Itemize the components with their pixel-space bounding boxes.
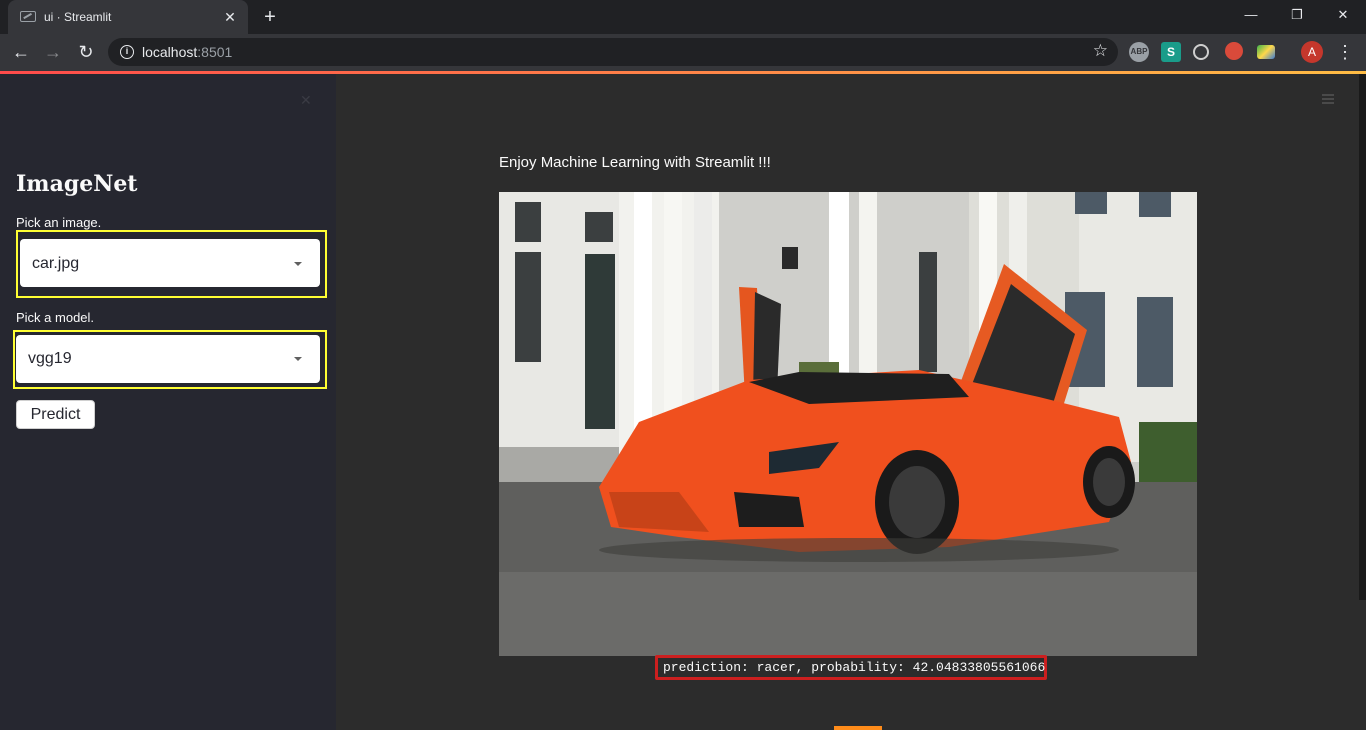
image-select-label: Pick an image. bbox=[16, 215, 102, 230]
browser-menu-icon[interactable]: ⋮ bbox=[1336, 40, 1354, 64]
car-image bbox=[499, 192, 1197, 656]
profile-avatar[interactable]: A bbox=[1301, 41, 1323, 63]
close-window-icon[interactable]: ✕ bbox=[1320, 0, 1366, 30]
close-tab-icon[interactable]: ✕ bbox=[222, 9, 238, 25]
s-extension-icon[interactable]: S bbox=[1161, 42, 1181, 62]
reload-icon[interactable]: ↻ bbox=[74, 40, 98, 64]
status-indicator bbox=[834, 726, 882, 730]
site-info-icon[interactable]: i bbox=[120, 45, 134, 59]
page-subtitle: Enjoy Machine Learning with Streamlit !!… bbox=[499, 154, 771, 171]
tab-strip: ui · Streamlit ✕ + — ❐ ✕ bbox=[0, 0, 1366, 34]
prediction-text: prediction: racer, probability: 42.04833… bbox=[663, 660, 1046, 675]
url-text: localhost:8501 bbox=[142, 44, 233, 60]
main-content: Enjoy Machine Learning with Streamlit !!… bbox=[336, 74, 1366, 730]
new-tab-button[interactable]: + bbox=[258, 6, 282, 28]
color-extension-icon[interactable] bbox=[1257, 45, 1275, 59]
browser-tab[interactable]: ui · Streamlit ✕ bbox=[8, 0, 248, 34]
minimize-icon[interactable]: — bbox=[1228, 0, 1274, 30]
forward-icon[interactable]: → bbox=[41, 40, 65, 64]
restore-icon[interactable]: ❐ bbox=[1274, 0, 1320, 30]
browser-toolbar: ← → ↻ i localhost:8501 ☆ ABP S A ⋮ bbox=[0, 34, 1366, 71]
globe-extension-icon[interactable] bbox=[1193, 44, 1209, 60]
collapse-sidebar-icon[interactable]: ✕ bbox=[300, 92, 312, 109]
santa-extension-icon[interactable] bbox=[1225, 42, 1243, 60]
model-select-value: vgg19 bbox=[28, 350, 72, 367]
sidebar: ✕ ImageNet Pick an image. car.jpg Pick a… bbox=[0, 74, 336, 730]
adblock-extension-icon[interactable]: ABP bbox=[1129, 42, 1149, 62]
sidebar-title: ImageNet bbox=[16, 171, 138, 197]
back-icon[interactable]: ← bbox=[9, 40, 33, 64]
image-select-value: car.jpg bbox=[32, 255, 80, 272]
image-select[interactable]: car.jpg bbox=[20, 239, 320, 287]
address-bar[interactable]: i localhost:8501 ☆ bbox=[108, 38, 1118, 66]
streamlit-favicon-icon bbox=[20, 11, 36, 22]
model-select-label: Pick a model. bbox=[16, 310, 95, 325]
model-select[interactable]: vgg19 bbox=[16, 335, 320, 383]
chevron-down-icon bbox=[294, 357, 302, 361]
chevron-down-icon bbox=[294, 262, 302, 266]
bookmark-star-icon[interactable]: ☆ bbox=[1093, 41, 1108, 61]
tab-title: ui · Streamlit bbox=[44, 10, 112, 24]
scrollbar[interactable] bbox=[1359, 74, 1366, 600]
hamburger-menu-icon[interactable] bbox=[1322, 94, 1334, 104]
predict-button[interactable]: Predict bbox=[16, 400, 95, 429]
prediction-result: prediction: racer, probability: 42.04833… bbox=[655, 655, 1047, 680]
